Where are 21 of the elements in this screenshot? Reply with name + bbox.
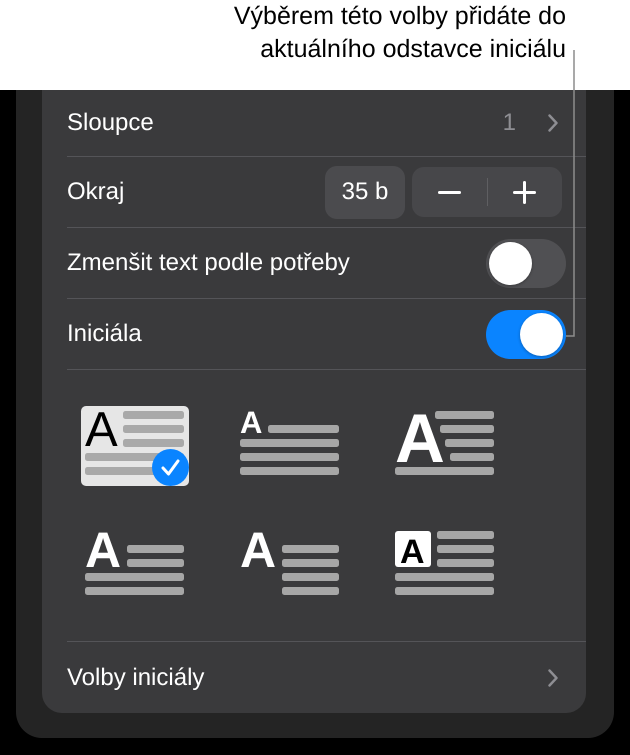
minus-icon: [438, 190, 461, 194]
setting-label: Iniciála: [67, 320, 142, 348]
setting-label: Volby iniciály: [67, 664, 204, 692]
setting-value: 1: [502, 109, 516, 137]
plus-icon: [513, 180, 536, 204]
chevron-icon: [548, 668, 558, 686]
margin-value-field[interactable]: 35 b: [325, 166, 405, 218]
drop-cap-style-button[interactable]: A: [81, 526, 189, 606]
drop-cap-style-button[interactable]: A: [391, 526, 499, 606]
toggle-switch[interactable]: [486, 238, 566, 288]
setting-label: Sloupce: [67, 109, 154, 137]
drop-cap-style-button[interactable]: A: [236, 406, 344, 486]
toggle-switch[interactable]: [486, 310, 566, 358]
chevron-icon: [548, 114, 558, 132]
drop-cap-style-button[interactable]: A: [81, 406, 189, 486]
callout-text: Výběrem této volby přidáte do aktuálního odstavce iniciálu: [232, 1, 566, 65]
checkmark-icon: [152, 449, 189, 486]
setting-label: Okraj: [67, 178, 124, 206]
setting-label: Zmenšit text podle potřeby: [67, 249, 350, 277]
drop-cap-style-button[interactable]: A: [391, 406, 499, 486]
drop-cap-style-button[interactable]: A: [236, 526, 344, 606]
